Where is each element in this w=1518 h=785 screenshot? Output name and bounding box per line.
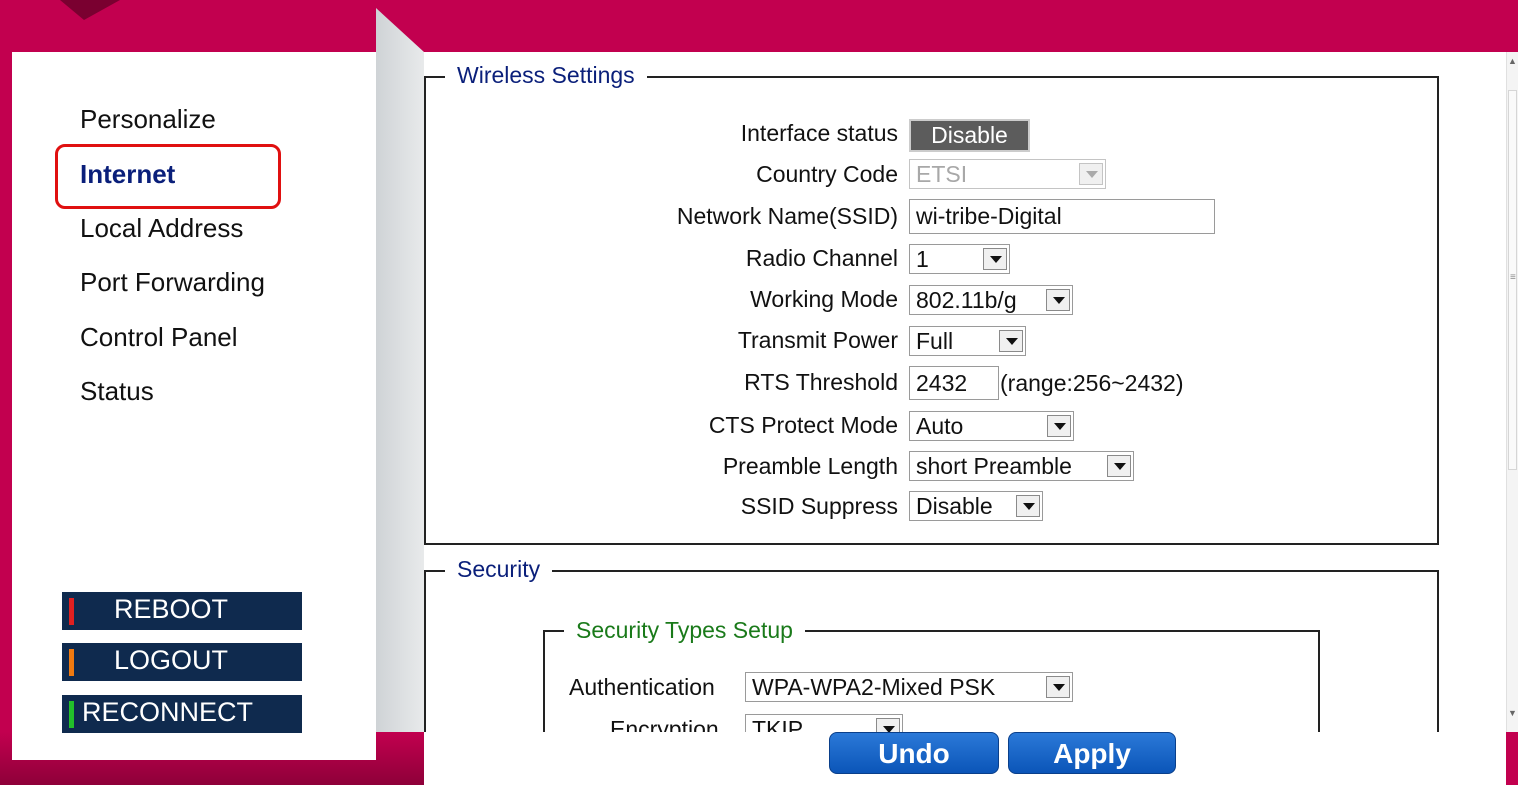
ssid-suppress-select[interactable]: Disable <box>909 491 1043 521</box>
undo-button[interactable]: Undo <box>829 732 999 774</box>
cts-protect-select[interactable]: Auto <box>909 411 1074 441</box>
nav-item-local-address[interactable]: Local Address <box>80 213 243 244</box>
nav-item-port-forwarding[interactable]: Port Forwarding <box>80 267 265 298</box>
country-code-value: ETSI <box>916 161 968 187</box>
cts-protect-label: CTS Protect Mode <box>708 412 898 438</box>
chevron-down-icon <box>1046 676 1070 698</box>
logout-button[interactable]: LOGOUT <box>62 643 302 681</box>
interface-status-label: Interface status <box>740 120 898 146</box>
grip-icon: ≡ <box>1510 272 1516 283</box>
chevron-down-icon <box>1047 415 1071 437</box>
ssid-value: wi-tribe-Digital <box>916 203 1062 229</box>
wireless-settings-legend: Wireless Settings <box>445 62 647 89</box>
rts-range-hint: (range:256~2432) <box>1000 370 1184 396</box>
radio-channel-label: Radio Channel <box>745 245 898 271</box>
working-mode-select[interactable]: 802.11b/g <box>909 285 1073 315</box>
security-legend: Security <box>445 556 553 583</box>
nav-item-personalize[interactable]: Personalize <box>80 104 216 135</box>
chevron-down-icon <box>999 330 1023 352</box>
preamble-length-label: Preamble Length <box>722 453 898 479</box>
scroll-up-icon[interactable]: ▲ <box>1508 56 1517 66</box>
reconnect-label: RECONNECT <box>82 697 254 727</box>
logout-indicator <box>69 649 74 676</box>
ssid-input[interactable]: wi-tribe-Digital <box>909 199 1215 234</box>
nav-item-status[interactable]: Status <box>80 376 154 407</box>
rts-threshold-input[interactable]: 2432 <box>909 366 999 400</box>
transmit-power-value: Full <box>916 328 954 354</box>
preamble-length-value: short Preamble <box>916 453 1072 479</box>
authentication-select[interactable]: WPA-WPA2-Mixed PSK <box>745 672 1073 702</box>
preamble-length-select[interactable]: short Preamble <box>909 451 1134 481</box>
transmit-power-label: Transmit Power <box>737 327 898 353</box>
authentication-label: Authentication <box>569 674 715 700</box>
ssid-suppress-label: SSID Suppress <box>740 493 898 519</box>
working-mode-value: 802.11b/g <box>916 287 1017 313</box>
interface-disable-button[interactable]: Disable <box>909 119 1030 152</box>
left-panel-bottom <box>12 732 376 760</box>
reconnect-indicator <box>69 701 74 728</box>
radio-channel-value: 1 <box>916 246 929 272</box>
banner-decoration <box>60 0 120 20</box>
chevron-down-icon <box>1046 289 1070 311</box>
scroll-down-icon[interactable]: ▼ <box>1508 708 1517 718</box>
logout-label: LOGOUT <box>114 645 229 675</box>
reconnect-button[interactable]: RECONNECT <box>62 695 302 733</box>
chevron-down-icon <box>1016 495 1040 517</box>
security-types-legend: Security Types Setup <box>564 617 805 644</box>
chevron-down-icon <box>1079 163 1103 185</box>
reboot-indicator <box>69 598 74 625</box>
reboot-button[interactable]: REBOOT <box>62 592 302 630</box>
chevron-down-icon <box>1107 455 1131 477</box>
rts-threshold-value: 2432 <box>916 370 968 396</box>
top-banner <box>0 0 1518 52</box>
rts-threshold-label: RTS Threshold <box>744 369 898 395</box>
authentication-value: WPA-WPA2-Mixed PSK <box>752 674 996 700</box>
nav-item-internet[interactable]: Internet <box>80 159 175 190</box>
radio-channel-select[interactable]: 1 <box>909 244 1010 274</box>
nav-item-control-panel[interactable]: Control Panel <box>80 322 238 353</box>
ssid-suppress-value: Disable <box>916 493 993 519</box>
working-mode-label: Working Mode <box>750 286 898 312</box>
ssid-label: Network Name(SSID) <box>676 203 898 229</box>
reboot-label: REBOOT <box>114 594 229 624</box>
chevron-down-icon <box>983 248 1007 270</box>
transmit-power-select[interactable]: Full <box>909 326 1026 356</box>
apply-button[interactable]: Apply <box>1008 732 1176 774</box>
country-code-select[interactable]: ETSI <box>909 159 1106 189</box>
cts-protect-value: Auto <box>916 413 964 439</box>
country-code-label: Country Code <box>756 161 898 187</box>
panel-fold-decoration <box>376 8 424 785</box>
